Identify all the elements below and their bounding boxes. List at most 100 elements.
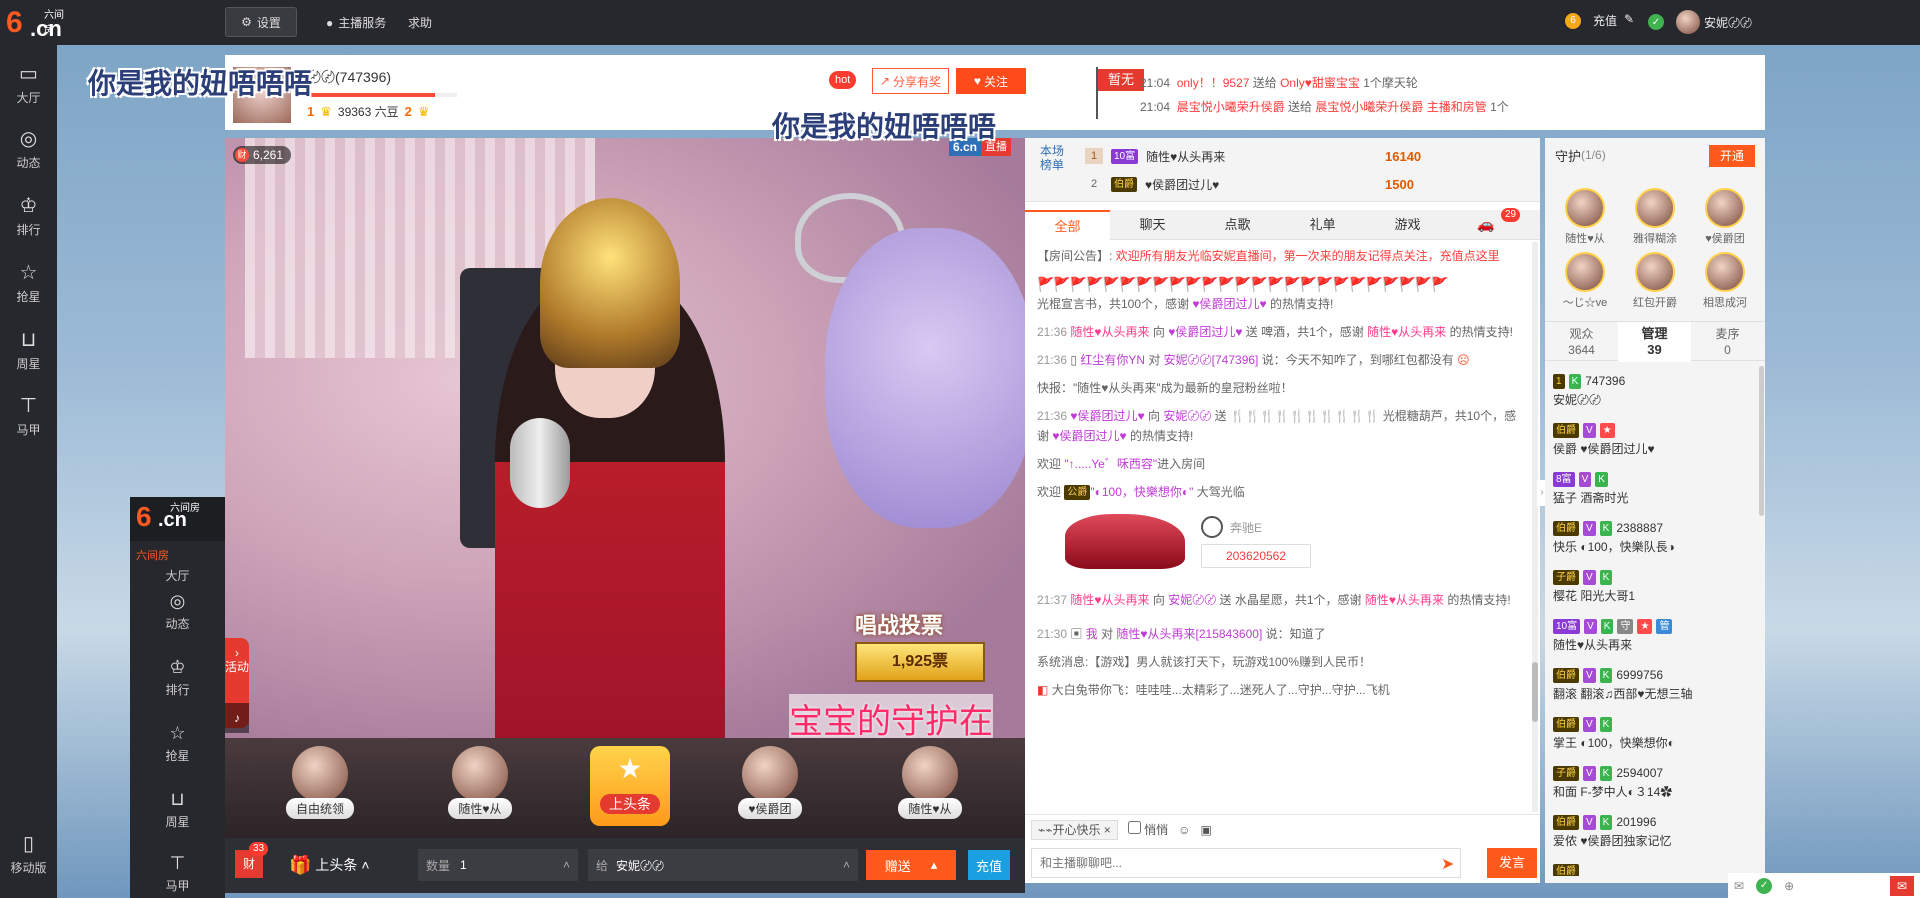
nav-item-mobile[interactable]: ▯ 移动版	[0, 825, 57, 885]
mini-nav-ranking[interactable]: ♔ 排行	[130, 651, 225, 711]
msg-user[interactable]: ♥侯爵团过儿♥	[1192, 297, 1266, 311]
rank-title[interactable]: 本场榜单	[1039, 144, 1065, 172]
msg-user[interactable]: 红尘有你YN	[1080, 353, 1145, 367]
msg-user[interactable]: "◐100，快樂想你◐"	[1090, 485, 1193, 499]
tab-mic-queue[interactable]: 麦序 0	[1691, 322, 1764, 362]
guard-cell[interactable]: 随性♥从	[1553, 188, 1617, 250]
message-icon[interactable]: ✉	[1890, 875, 1914, 896]
guard-cell[interactable]: 〜じ☆ve	[1553, 252, 1617, 314]
admin-list-item[interactable]: 伯爵	[1545, 856, 1757, 876]
headline-button[interactable]: 🎁 上头条 ˄	[289, 850, 370, 880]
scrollbar-thumb[interactable]	[1532, 662, 1538, 722]
admin-list-item[interactable]: 伯爵 V K 6999756 翻滚 翻滚♫西部♥无想三轴	[1545, 660, 1757, 709]
mail-icon[interactable]: ✉	[1734, 879, 1744, 893]
msg-user[interactable]: 随性♥从头再来	[1365, 593, 1444, 607]
chat-scrollbar[interactable]	[1532, 242, 1538, 812]
guard-seat[interactable]: 自由统领	[265, 744, 375, 834]
help-link[interactable]: 求助	[408, 14, 432, 31]
admin-list-item[interactable]: 10富 V K 守 ★ 管随性♥从头再来	[1545, 611, 1757, 660]
emoji-icon[interactable]: ☺	[1178, 823, 1190, 837]
msg-user[interactable]: ♥侯爵团过儿♥	[1070, 409, 1144, 423]
admin-list-item[interactable]: 伯爵 V ★ 侯爵 ♥侯爵团过儿♥	[1545, 415, 1757, 464]
msg-user[interactable]: 随性♥从头再来	[1070, 325, 1149, 339]
nav-item-week-star[interactable]: ⊔ 周星	[0, 321, 57, 381]
msg-user[interactable]: 随性♥从头再来	[1367, 325, 1446, 339]
guard-cell[interactable]: 相思成河	[1693, 252, 1757, 314]
msg-sender[interactable]: only！！9527	[1177, 76, 1250, 90]
mic-icon[interactable]: ♪	[225, 703, 249, 733]
mini-logo[interactable]: 6 .cn 六间房	[130, 497, 225, 541]
share-button[interactable]: ↗ 分享有奖	[872, 68, 949, 94]
whisper-check[interactable]	[1127, 821, 1141, 834]
nav-item-grab-star[interactable]: ☆ 抢星	[0, 254, 57, 314]
msg-user[interactable]: 安妮〄〄	[1163, 409, 1211, 423]
recipient-chip[interactable]: ⌁⌁开心快乐 ×	[1031, 819, 1118, 840]
edit-icon[interactable]: ✎	[1624, 12, 1634, 26]
chat-input[interactable]	[1031, 848, 1461, 878]
recharge-link[interactable]: 6 充值	[1565, 12, 1617, 29]
guard-seat[interactable]: ♥侯爵团	[715, 744, 825, 834]
msg-receiver[interactable]: 晨宝悦小曦荣升侯爵 主播和房管	[1315, 100, 1486, 114]
msg-user[interactable]: ♥侯爵团过儿♥	[1052, 429, 1126, 443]
msg-user[interactable]: "↑.....Ye゛咊西容"	[1064, 457, 1157, 471]
msg-user[interactable]: 我	[1086, 627, 1098, 641]
mini-nav-vest[interactable]: ⊤ 马甲	[130, 847, 225, 898]
picture-icon[interactable]: ▣	[1200, 823, 1211, 837]
admin-list-scrollbar[interactable]	[1759, 366, 1764, 516]
tab-gifts[interactable]: 礼单	[1280, 210, 1365, 240]
send-gift-button[interactable]: 赠送 ▴	[866, 850, 956, 880]
admin-list-item[interactable]: 伯爵 V K 2388887 快乐 ◐100，快樂队長◑	[1545, 513, 1757, 562]
site-logo[interactable]: 6 .cn 六间房	[6, 6, 72, 41]
vote-widget[interactable]: 唱战投票 1,925票	[855, 608, 1015, 698]
tab-admins[interactable]: 管理 39	[1618, 322, 1691, 362]
guard-seat[interactable]: 随性♥从	[425, 744, 535, 834]
user-menu[interactable]: 安妮〄〄	[1676, 10, 1752, 34]
nav-item-hall[interactable]: ▭ 大厅	[0, 55, 57, 115]
mini-nav-feed[interactable]: ◎ 动态	[130, 585, 225, 645]
whisper-checkbox[interactable]: 悄悄	[1127, 821, 1168, 838]
guard-cell[interactable]: ♥侯爵团	[1693, 188, 1757, 250]
guard-cell[interactable]: 雅得糊涂	[1623, 188, 1687, 250]
paper-plane-icon[interactable]: ➤	[1441, 854, 1454, 874]
admin-list-item[interactable]: 子爵 V K 2594007 和面 F-梦中人◐３14✿	[1545, 758, 1757, 807]
tab-song[interactable]: 点歌	[1195, 210, 1280, 240]
guard-cell[interactable]: 红包开爵	[1623, 252, 1687, 314]
admin-list-item[interactable]: 子爵 V K 樱花 阳光大哥1	[1545, 562, 1757, 611]
settings-button[interactable]: ⚙ 设置	[225, 7, 297, 37]
msg-sender[interactable]: 晨宝悦小曦荣升侯爵	[1177, 100, 1285, 114]
rank-row[interactable]: 2 伯爵 ♥侯爵团过儿♥ 1500	[1085, 170, 1525, 198]
guard-seat[interactable]: 随性♥从	[875, 744, 985, 834]
tab-chat[interactable]: 聊天	[1110, 210, 1195, 240]
recipient-select[interactable]: 给 安妮〄〄 ˄	[588, 849, 858, 881]
admin-list-item[interactable]: 8富 V K 猛子 酒斋时光	[1545, 464, 1757, 513]
quantity-select[interactable]: 数量 1 ˄	[418, 849, 578, 881]
close-icon[interactable]: ×	[1104, 823, 1111, 837]
headline-seat[interactable]: ★ 上头条	[590, 746, 670, 826]
msg-user[interactable]: 安妮〄〄	[1168, 593, 1216, 607]
open-guard-button[interactable]: 开通	[1709, 145, 1755, 167]
admin-list-item[interactable]: 伯爵 V K 掌王 ◐100，快樂想你◐	[1545, 709, 1757, 758]
nav-item-feed[interactable]: ◎ 动态	[0, 120, 57, 180]
nav-item-vest[interactable]: ⊤ 马甲	[0, 387, 57, 447]
admin-list-item[interactable]: 伯爵 V K 201996 爱侬 ♥侯爵团独家记忆	[1545, 807, 1757, 856]
mini-nav-grab-star[interactable]: ☆ 抢星	[130, 717, 225, 777]
system-message[interactable]: 系统消息:【游戏】男人就该打天下，玩游戏100%赚到人民币！	[1025, 648, 1530, 676]
rank-row[interactable]: 1 10富 随性♥从头再来 16140	[1085, 142, 1525, 170]
msg-user[interactable]: 安妮〄〄[747396]	[1164, 353, 1259, 367]
check-icon[interactable]: ✓	[1756, 877, 1773, 894]
tab-games[interactable]: 游戏	[1365, 210, 1450, 240]
host-service-link[interactable]: ● 主播服务	[326, 14, 386, 31]
tab-audience[interactable]: 观众 3644	[1545, 322, 1618, 362]
msg-receiver[interactable]: Only♥甜蜜宝宝	[1280, 76, 1360, 90]
mini-nav-week-star[interactable]: ⊔ 周星	[130, 783, 225, 843]
msg-user[interactable]: 随性♥从头再来[215843600]	[1116, 627, 1262, 641]
zoom-icon[interactable]: ⊕	[1784, 879, 1794, 893]
recharge-button[interactable]: 充值	[968, 850, 1010, 880]
follow-button[interactable]: ♥ 关注	[956, 68, 1026, 94]
msg-user[interactable]: ♥侯爵团过儿♥	[1168, 325, 1242, 339]
msg-user[interactable]: 随性♥从头再来	[1070, 593, 1149, 607]
tab-all[interactable]: 全部	[1025, 210, 1110, 240]
chat-send-button[interactable]: 发言	[1487, 848, 1537, 878]
nav-item-ranking[interactable]: ♔ 排行	[0, 187, 57, 247]
live-video[interactable]: 财 6,261 6.cn 直播 唱战投票 1,925票 › 活动 ♪ 宝宝的守护…	[225, 138, 1025, 738]
